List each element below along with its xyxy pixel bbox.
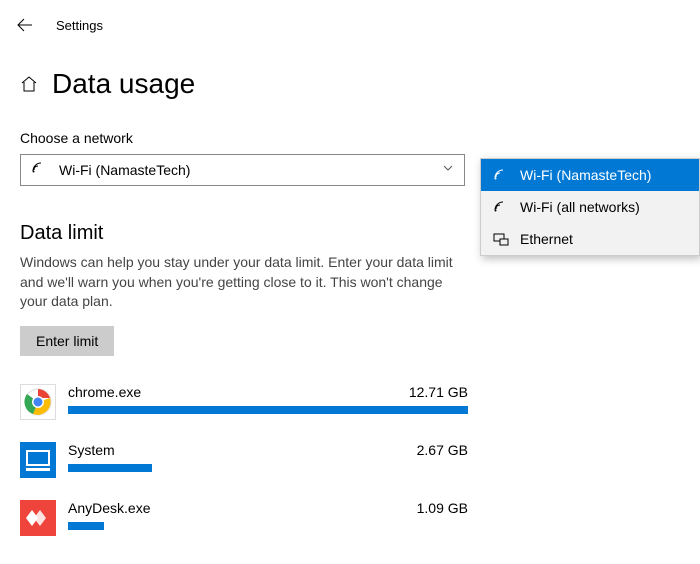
dropdown-selected-text: Wi-Fi (NamasteTech) <box>59 162 442 178</box>
usage-bar <box>68 406 468 414</box>
header-title: Settings <box>56 18 103 33</box>
app-usage: 1.09 GB <box>417 500 468 516</box>
usage-bar <box>68 464 152 472</box>
wifi-icon <box>493 199 509 215</box>
app-row: chrome.exe 12.71 GB <box>20 384 680 420</box>
app-usage-list: chrome.exe 12.71 GB System 2.67 GB <box>20 384 680 536</box>
home-icon[interactable] <box>20 75 38 93</box>
wifi-icon <box>493 167 509 183</box>
app-name: AnyDesk.exe <box>68 500 150 516</box>
dropdown-option-wifi-all[interactable]: Wi-Fi (all networks) <box>481 191 699 223</box>
anydesk-icon <box>20 500 56 536</box>
ethernet-icon <box>493 231 509 247</box>
dropdown-option-label: Ethernet <box>520 231 573 247</box>
app-name: chrome.exe <box>68 384 141 400</box>
page-title: Data usage <box>52 68 195 100</box>
network-dropdown[interactable]: Wi-Fi (NamasteTech) <box>20 154 465 186</box>
chrome-icon <box>20 384 56 420</box>
network-dropdown-popup: Wi-Fi (NamasteTech) Wi-Fi (all networks)… <box>480 158 700 256</box>
usage-bar <box>68 522 104 530</box>
app-name: System <box>68 442 115 458</box>
dropdown-option-ethernet[interactable]: Ethernet <box>481 223 699 255</box>
data-limit-description: Windows can help you stay under your dat… <box>20 253 465 312</box>
app-row: AnyDesk.exe 1.09 GB <box>20 500 680 536</box>
network-label: Choose a network <box>20 130 680 146</box>
enter-limit-button[interactable]: Enter limit <box>20 326 114 356</box>
system-icon <box>20 442 56 478</box>
arrow-left-icon <box>16 16 34 34</box>
dropdown-option-wifi-namastetech[interactable]: Wi-Fi (NamasteTech) <box>481 159 699 191</box>
app-usage: 12.71 GB <box>409 384 468 400</box>
app-row: System 2.67 GB <box>20 442 680 478</box>
back-button[interactable] <box>14 14 36 36</box>
wifi-icon <box>31 160 47 181</box>
dropdown-option-label: Wi-Fi (NamasteTech) <box>520 167 651 183</box>
app-usage: 2.67 GB <box>417 442 468 458</box>
dropdown-option-label: Wi-Fi (all networks) <box>520 199 640 215</box>
chevron-down-icon <box>442 161 454 179</box>
